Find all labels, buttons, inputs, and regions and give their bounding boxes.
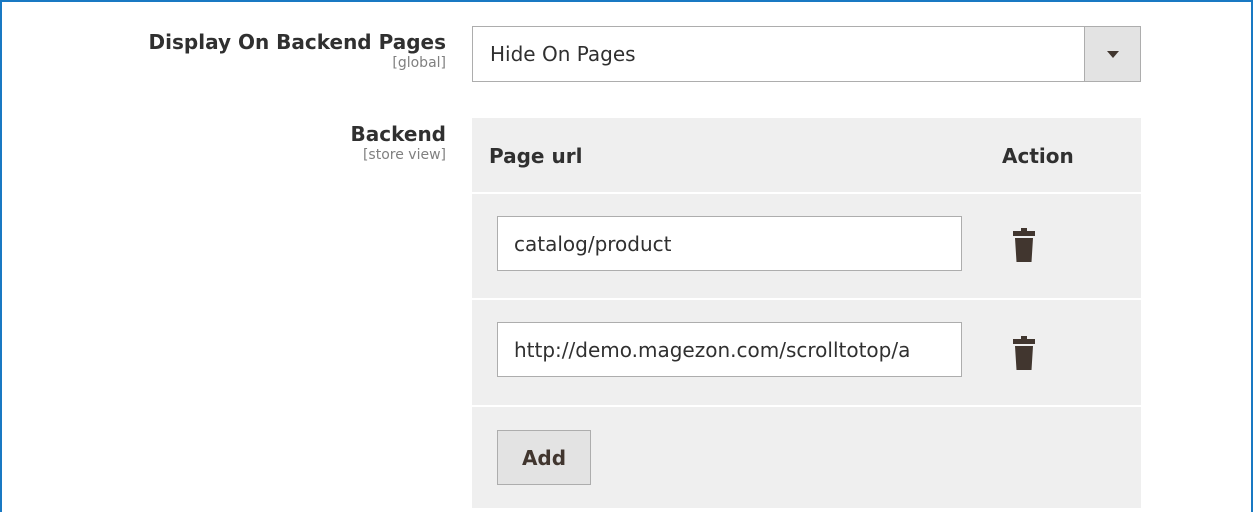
backend-scope: [store view] — [362, 147, 446, 163]
page-url-input-1[interactable] — [497, 216, 962, 271]
row-divider — [472, 192, 1141, 194]
row-divider — [472, 298, 1141, 300]
display-backend-select-value: Hide On Pages — [490, 42, 636, 66]
row-divider — [472, 405, 1141, 407]
trash-icon[interactable] — [1012, 228, 1036, 262]
select-toggle[interactable] — [1084, 27, 1140, 81]
trash-icon[interactable] — [1012, 336, 1036, 370]
column-header-action: Action — [1002, 144, 1074, 168]
display-backend-label: Display On Backend Pages — [148, 30, 446, 54]
display-backend-scope: [global] — [392, 55, 446, 71]
backend-label: Backend — [350, 122, 446, 146]
page-url-input-2[interactable] — [497, 322, 962, 377]
backend-pages-table: Page url Action Add — [472, 118, 1141, 508]
display-backend-label-group: Display On Backend Pages [global] — [149, 30, 446, 72]
chevron-down-icon — [1106, 51, 1119, 58]
add-row-button[interactable]: Add — [497, 430, 591, 485]
display-backend-select[interactable]: Hide On Pages — [472, 26, 1141, 82]
column-header-page-url: Page url — [489, 144, 583, 168]
backend-label-group: Backend [store view] — [351, 122, 446, 164]
